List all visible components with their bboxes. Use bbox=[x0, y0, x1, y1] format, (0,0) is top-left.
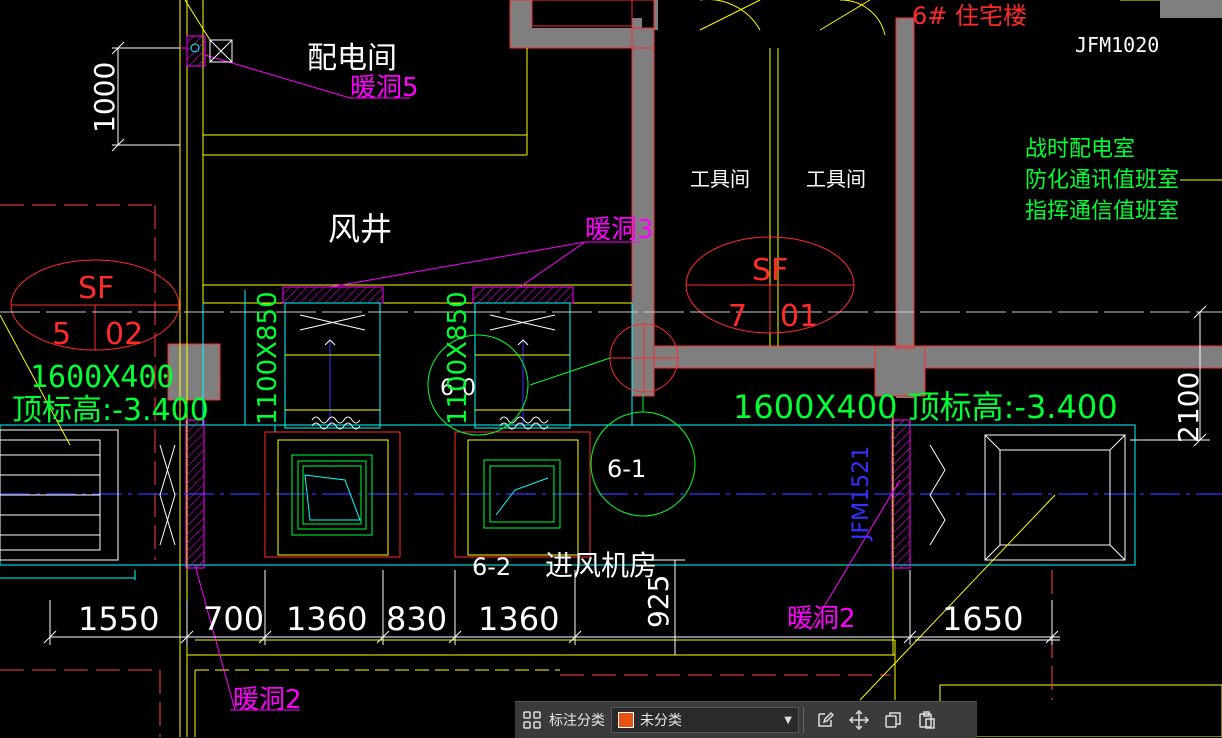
dim-2100: 2100 bbox=[1172, 372, 1205, 443]
sf-left-bottom-right: 02 bbox=[105, 317, 143, 352]
dim-bottom-1360-b: 1360 bbox=[478, 600, 559, 638]
wartime-room-1: 战时配电室 bbox=[1025, 137, 1135, 162]
riser-duct-size-1: 1100X850 bbox=[253, 291, 283, 425]
opening-label-2-right: 暖洞2 bbox=[787, 604, 856, 634]
toolbar-divider bbox=[803, 707, 804, 733]
building-label: 6# 住宅楼 bbox=[912, 2, 1027, 30]
wartime-room-2: 防化通讯值班室 bbox=[1025, 168, 1179, 193]
chevron-down-icon: ▼ bbox=[784, 714, 792, 726]
riser-duct-size-2: 1100X850 bbox=[443, 291, 473, 425]
category-dropdown[interactable]: 未分类 ▼ bbox=[611, 707, 799, 733]
cad-drawing-canvas[interactable]: 配电间 风井 工具间 工具间 6# 住宅楼 JFM1020 战时配电室 防化通讯… bbox=[0, 0, 1222, 737]
wartime-room-3: 指挥通信值班室 bbox=[1025, 199, 1179, 224]
dim-bottom-1550: 1550 bbox=[78, 600, 159, 638]
room-distribution: 配电间 bbox=[307, 41, 397, 76]
door-tag-jfm1020: JFM1020 bbox=[1075, 33, 1159, 57]
edit-icon[interactable] bbox=[808, 702, 842, 738]
dim-1000: 1000 bbox=[88, 62, 121, 133]
sf-right-bottom-right: 01 bbox=[780, 299, 818, 334]
category-color-swatch bbox=[618, 712, 634, 728]
sf-left-bottom-left: 5 bbox=[52, 317, 71, 352]
copy-icon[interactable] bbox=[876, 702, 910, 738]
duct-right-label: 1600X400 顶标高:-3.400 bbox=[733, 388, 1118, 426]
dim-bottom-830: 830 bbox=[386, 600, 447, 638]
fan-unit-1[interactable] bbox=[264, 425, 401, 558]
room-air-shaft: 风井 bbox=[328, 210, 392, 248]
dim-925: 925 bbox=[642, 575, 675, 628]
dim-1650: 1650 bbox=[942, 600, 1023, 638]
dim-bottom-1360-a: 1360 bbox=[286, 600, 367, 638]
annotation-toolbar: 标注分类 未分类 ▼ bbox=[515, 701, 977, 738]
category-dropdown-value: 未分类 bbox=[640, 713, 682, 729]
opening-label-3: 暖洞3 bbox=[585, 215, 654, 245]
move-icon[interactable] bbox=[842, 702, 876, 738]
sf-right-bottom-left: 7 bbox=[728, 299, 747, 334]
dim-bottom-700: 700 bbox=[203, 600, 264, 638]
sf-left-top: SF bbox=[78, 271, 114, 306]
door-tag-jfm1521: JFM1521 bbox=[849, 446, 874, 542]
opening-label-2-left: 暖洞2 bbox=[233, 685, 302, 715]
room-intake: 进风机房 bbox=[545, 549, 657, 582]
category-label: 标注分类 bbox=[549, 713, 605, 729]
duct-left-elevation: 顶标高:-3.400 bbox=[12, 393, 209, 428]
opening-label-5: 暖洞5 bbox=[350, 73, 419, 103]
room-tool-2: 工具间 bbox=[806, 167, 866, 191]
room-tool-1: 工具间 bbox=[690, 167, 750, 191]
equipment-tag-6-1: 6-1 bbox=[607, 455, 646, 483]
duct-left-size: 1600X400 bbox=[30, 360, 175, 395]
paste-icon[interactable] bbox=[910, 702, 944, 738]
sf-right-top: SF bbox=[752, 253, 788, 288]
apps-grid-icon[interactable] bbox=[515, 702, 549, 738]
air-grilles bbox=[0, 429, 1126, 561]
room-intake-prefix: 6-2 bbox=[472, 553, 511, 581]
